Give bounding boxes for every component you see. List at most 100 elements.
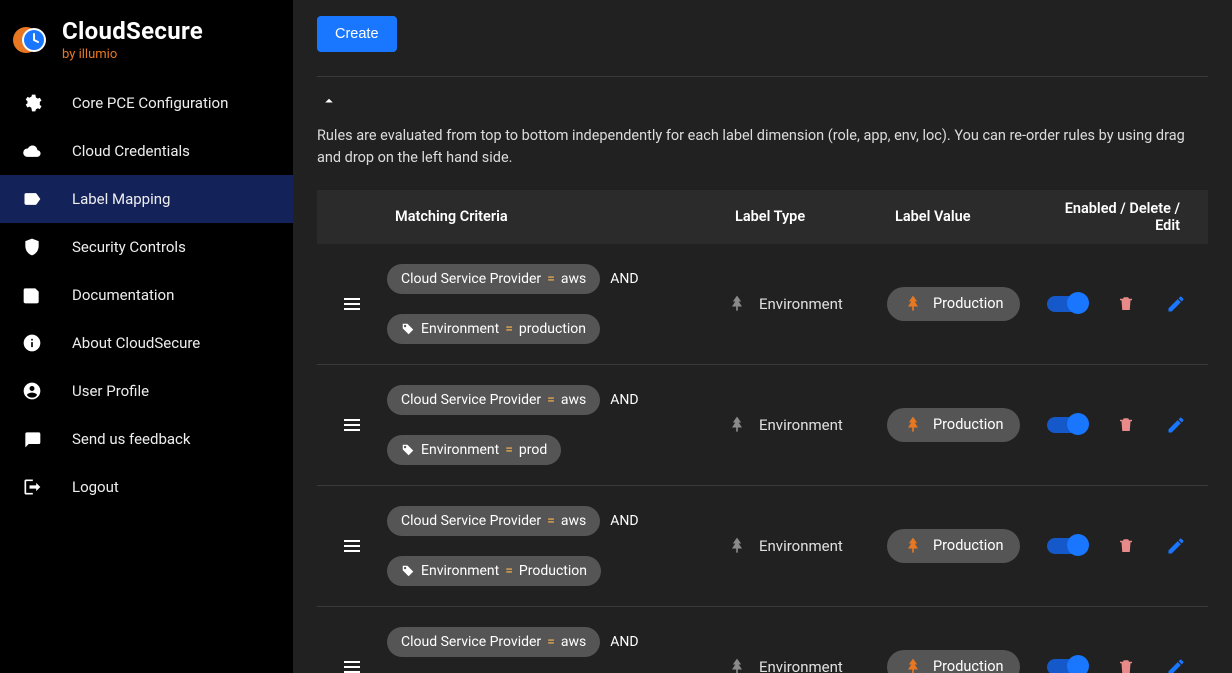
tree-icon <box>727 657 747 673</box>
sidebar-item-security-controls[interactable]: Security Controls <box>0 223 293 271</box>
sidebar-item-label-mapping[interactable]: Label Mapping <box>0 175 293 223</box>
label-type-cell: Environment <box>727 294 887 314</box>
tree-icon <box>903 415 923 435</box>
criteria-chip[interactable]: Cloud Service Provider=aws <box>387 385 600 415</box>
criteria-chip[interactable]: Cloud Service Provider=aws <box>387 627 600 657</box>
criteria-join: AND <box>610 392 638 408</box>
sidebar: CloudSecure by illumio Core PCE Configur… <box>0 0 293 673</box>
delete-icon[interactable] <box>1115 414 1137 436</box>
label-value-chip[interactable]: Production <box>887 287 1020 321</box>
criteria-key: Environment <box>421 442 499 458</box>
actions-cell <box>1047 293 1215 315</box>
criteria-chip[interactable]: Environment=Production <box>387 556 601 586</box>
help-text: Rules are evaluated from top to bottom i… <box>317 125 1208 170</box>
sidebar-item-cloud-credentials[interactable]: Cloud Credentials <box>0 127 293 175</box>
sidebar-item-label: Documentation <box>72 286 174 304</box>
brand: CloudSecure by illumio <box>0 0 293 79</box>
criteria-cell: Cloud Service Provider=awsANDEnvironment… <box>387 264 727 344</box>
drag-handle-icon[interactable] <box>340 534 364 558</box>
label-type-cell: Environment <box>727 415 887 435</box>
label-value-text: Production <box>933 416 1004 433</box>
tag-icon <box>401 564 415 578</box>
criteria-op: = <box>505 563 513 579</box>
brand-title: CloudSecure <box>62 18 203 46</box>
delete-icon[interactable] <box>1115 656 1137 673</box>
table-row: Cloud Service Provider=awsANDEnvironment… <box>317 486 1208 607</box>
table-row: Cloud Service Provider=aws AND Environment… <box>317 365 1208 486</box>
criteria-key: Cloud Service Provider <box>401 513 541 529</box>
user-icon <box>20 379 44 403</box>
sidebar-item-label: Send us feedback <box>72 430 191 448</box>
label-value-chip[interactable]: Production <box>887 650 1020 673</box>
tree-icon <box>727 294 747 314</box>
delete-icon[interactable] <box>1115 535 1137 557</box>
sidebar-item-documentation[interactable]: Documentation <box>0 271 293 319</box>
drag-handle-icon[interactable] <box>340 413 364 437</box>
drag-handle-icon[interactable] <box>340 655 364 673</box>
brand-logo-icon <box>12 22 48 58</box>
edit-icon[interactable] <box>1165 293 1187 315</box>
sidebar-item-send-us-feedback[interactable]: Send us feedback <box>0 415 293 463</box>
criteria-val: aws <box>561 513 586 529</box>
label-type-cell: Environment <box>727 536 887 556</box>
criteria-chip[interactable]: Environment=prod <box>387 435 561 465</box>
chevron-up-icon[interactable] <box>317 89 341 113</box>
sidebar-item-label: Core PCE Configuration <box>72 94 228 112</box>
criteria-chip[interactable]: Cloud Service Provider = aws <box>387 264 600 294</box>
sidebar-item-core-pce-configuration[interactable]: Core PCE Configuration <box>0 79 293 127</box>
criteria-key: Cloud Service Provider <box>401 271 541 287</box>
criteria-cell: Cloud Service Provider=awsANDEnvironment… <box>387 627 727 673</box>
sidebar-item-user-profile[interactable]: User Profile <box>0 367 293 415</box>
table-row: Cloud Service Provider=aws AND Environment… <box>317 607 1208 673</box>
criteria-key: Cloud Service Provider <box>401 392 541 408</box>
tree-icon <box>903 294 923 314</box>
label-type-text: Environment <box>759 295 843 313</box>
criteria-key: Environment <box>421 321 499 337</box>
enabled-toggle[interactable] <box>1047 659 1087 673</box>
criteria-val: production <box>519 321 586 337</box>
criteria-chip[interactable]: Environment = production <box>387 314 600 344</box>
label-value-chip[interactable]: Production <box>887 408 1020 442</box>
drag-handle-icon[interactable] <box>340 292 364 316</box>
shield-icon <box>20 235 44 259</box>
th-label-value: Label Value <box>887 208 1047 225</box>
label-value-chip[interactable]: Production <box>887 529 1020 563</box>
criteria-join: AND <box>610 513 638 529</box>
edit-icon[interactable] <box>1165 414 1187 436</box>
sidebar-item-label: User Profile <box>72 382 149 400</box>
sidebar-item-label: Logout <box>72 478 119 496</box>
label-type-cell: Environment <box>727 657 887 673</box>
criteria-chip[interactable]: Cloud Service Provider=aws <box>387 506 600 536</box>
enabled-toggle[interactable] <box>1047 538 1087 554</box>
criteria-val: Production <box>519 563 587 579</box>
tag-icon <box>401 322 415 336</box>
main-content: Create Rules are evaluated from top to b… <box>293 0 1232 673</box>
edit-icon[interactable] <box>1165 656 1187 673</box>
label-value-text: Production <box>933 537 1004 554</box>
sidebar-item-about-cloudsecure[interactable]: About CloudSecure <box>0 319 293 367</box>
create-button[interactable]: Create <box>317 16 397 52</box>
table-row: Cloud Service Provider=awsANDEnvironment… <box>317 244 1208 365</box>
criteria-val: aws <box>561 392 586 408</box>
tree-icon <box>727 536 747 556</box>
criteria-key: Cloud Service Provider <box>401 634 541 650</box>
criteria-val: aws <box>561 634 586 650</box>
label-type-text: Environment <box>759 537 843 555</box>
cloud-icon <box>20 139 44 163</box>
criteria-val: aws <box>561 271 586 287</box>
th-label-type: Label Type <box>727 208 887 225</box>
criteria-op: = <box>547 271 555 287</box>
tag-icon <box>401 443 415 457</box>
enabled-toggle[interactable] <box>1047 417 1087 433</box>
criteria-op: = <box>505 321 513 337</box>
enabled-toggle[interactable] <box>1047 296 1087 312</box>
label-type-text: Environment <box>759 416 843 434</box>
feedback-icon <box>20 427 44 451</box>
criteria-join: AND <box>610 634 638 650</box>
info-icon <box>20 331 44 355</box>
delete-icon[interactable] <box>1115 293 1137 315</box>
criteria-val: prod <box>519 442 547 458</box>
edit-icon[interactable] <box>1165 535 1187 557</box>
sidebar-item-logout[interactable]: Logout <box>0 463 293 511</box>
actions-cell <box>1047 535 1215 557</box>
